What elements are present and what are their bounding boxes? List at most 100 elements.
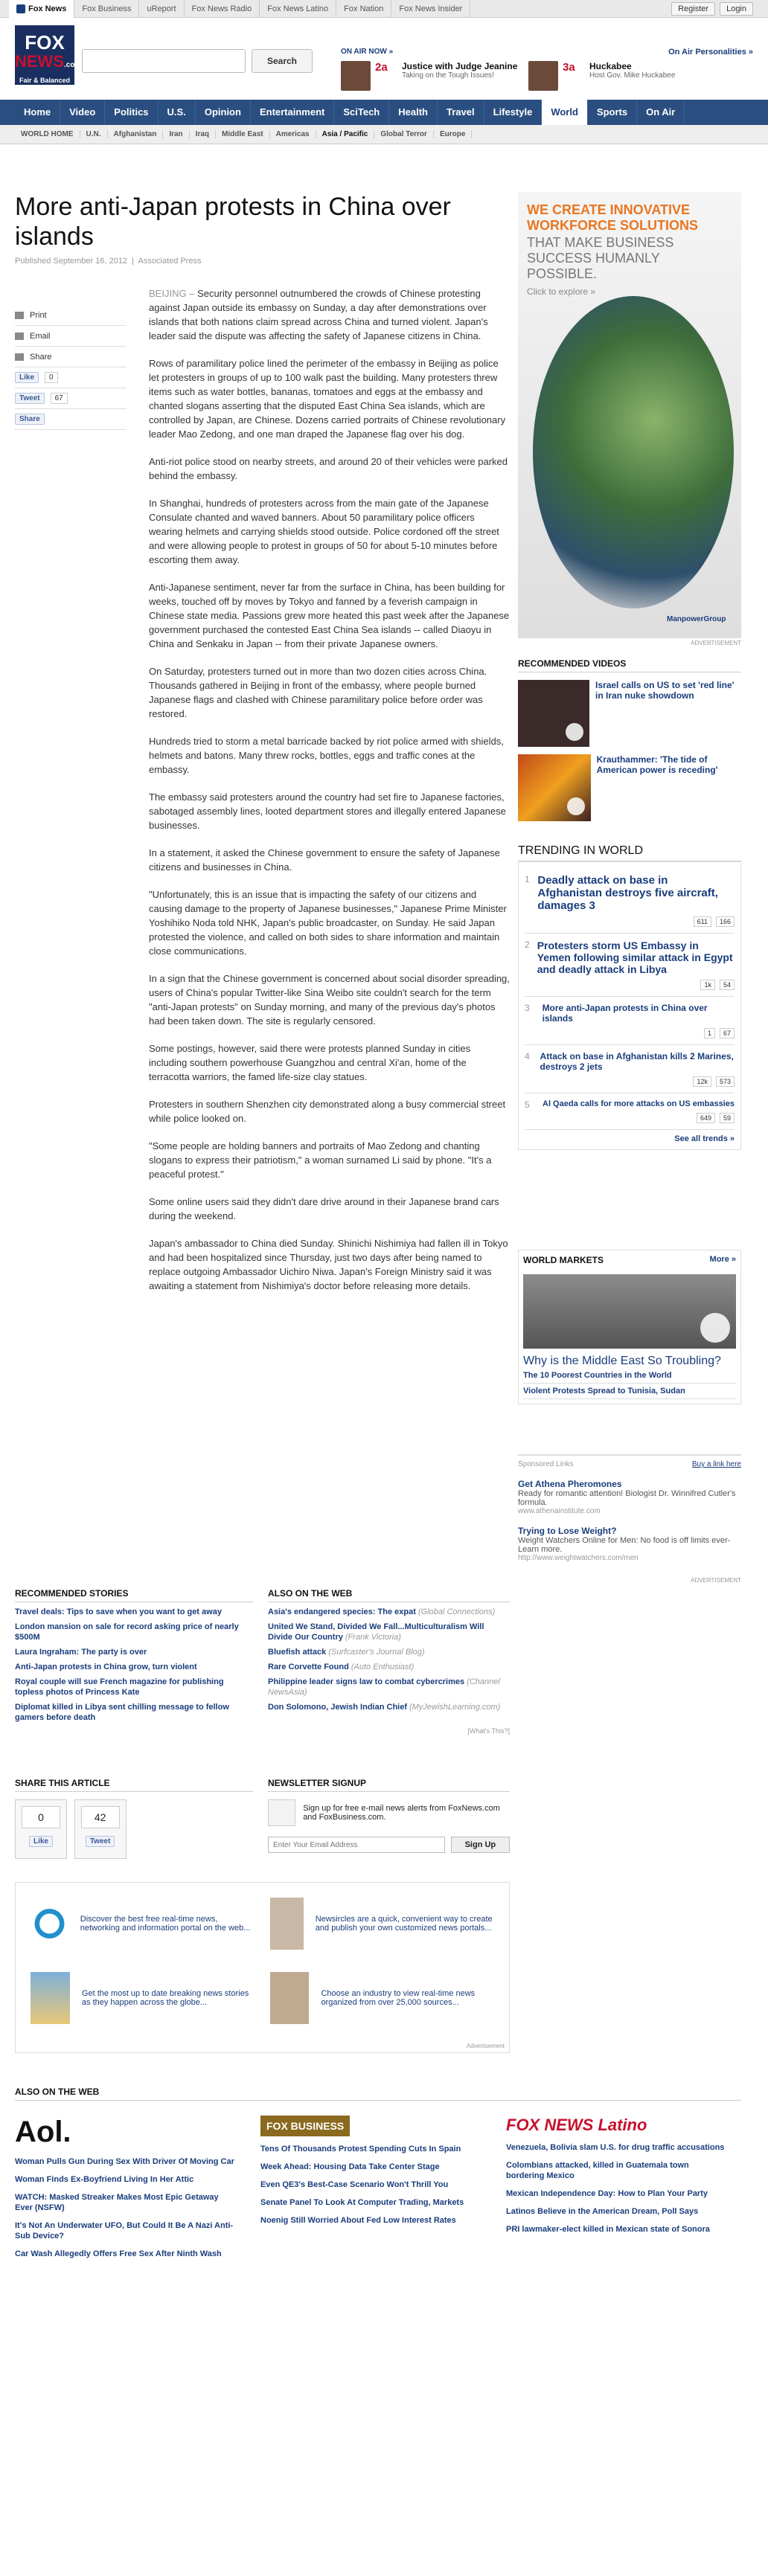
story-link[interactable]: London mansion on sale for record asking… <box>15 1622 253 1642</box>
on-air-personalities-link[interactable]: On Air Personalities » <box>668 48 753 57</box>
trending-item[interactable]: 2 Protesters storm US Embassy in Yemen fo… <box>525 934 735 997</box>
tab-fox-business[interactable]: Fox Business <box>74 0 140 18</box>
web-link[interactable]: United We Stand, Divided We Fall...Multi… <box>268 1622 510 1642</box>
web-link[interactable]: Don Solomono, Jewish Indian Chief (MyJew… <box>268 1702 510 1712</box>
register-button[interactable]: Register <box>671 1 716 16</box>
tweet-button[interactable]: Tweet 67 <box>15 388 127 409</box>
show-huckabee[interactable]: 3a Huckabee Host Gov. Mike Huckabee <box>528 61 675 91</box>
story-link[interactable]: Anti-Japan protests in China grow, turn … <box>15 1662 253 1672</box>
nav-opinion[interactable]: Opinion <box>196 100 251 125</box>
signup-button[interactable]: Sign Up <box>450 1837 510 1853</box>
nav-lifestyle[interactable]: Lifestyle <box>484 100 543 125</box>
nav-scitech[interactable]: SciTech <box>334 100 390 125</box>
tab-ureport[interactable]: uReport <box>139 0 185 18</box>
show-jeanine[interactable]: 2a Justice with Judge Jeanine Taking on t… <box>341 61 517 91</box>
fox-business-logo[interactable]: FOX BUSINESS <box>260 2116 351 2136</box>
markets-link[interactable]: Violent Protests Spread to Tunisia, Suda… <box>523 1384 736 1399</box>
promo-item[interactable]: Choose an industry to view real-time new… <box>269 1972 495 2024</box>
manpower-ad[interactable]: WE CREATE INNOVATIVE WORKFORCE SOLUTIONS… <box>518 192 741 638</box>
sponsored-item[interactable]: Get Athena Pheromones Ready for romantic … <box>518 1479 741 1515</box>
story-link[interactable]: Diplomat killed in Libya sent chilling m… <box>15 1702 253 1723</box>
subnav-afghanistan[interactable]: Afghanistan <box>108 130 164 138</box>
linkedin-share[interactable]: Share <box>15 409 127 430</box>
nav-health[interactable]: Health <box>389 100 438 125</box>
subnav-iran[interactable]: Iran <box>163 130 190 138</box>
latino-link[interactable]: PRI lawmaker-elect killed in Mexican sta… <box>506 2224 729 2235</box>
facebook-share-box[interactable]: 0 Like <box>15 1799 67 1859</box>
trending-item[interactable]: 5 Al Qaeda calls for more attacks on US e… <box>525 1093 735 1130</box>
markets-headline[interactable]: Why is the Middle East So Troubling? <box>523 1355 736 1368</box>
nav-on-air[interactable]: On Air <box>637 100 685 125</box>
on-air-label[interactable]: ON AIR NOW » <box>341 48 393 56</box>
nav-sports[interactable]: Sports <box>588 100 638 125</box>
subnav-global-terror[interactable]: Global Terror <box>374 130 434 138</box>
search-input[interactable] <box>82 49 246 73</box>
promo-item[interactable]: Newsircles are a quick, convenient way t… <box>269 1898 495 1950</box>
print-button[interactable]: Print <box>15 305 127 326</box>
tab-insider[interactable]: Fox News Insider <box>391 0 471 18</box>
login-button[interactable]: Login <box>720 1 753 16</box>
web-link[interactable]: Asia's endangered species: The expat (Gl… <box>268 1607 510 1617</box>
latino-link[interactable]: Venezuela, Bolivia slam U.S. for drug tr… <box>506 2142 729 2153</box>
story-link[interactable]: Laura Ingraham: The party is over <box>15 1647 253 1657</box>
buy-link[interactable]: Buy a link here <box>692 1460 741 1468</box>
tab-fox-news[interactable]: Fox News <box>9 0 75 18</box>
web-link[interactable]: Philippine leader signs law to combat cy… <box>268 1677 510 1697</box>
latino-link[interactable]: Mexican Independence Day: How to Plan Yo… <box>506 2188 729 2199</box>
search-button[interactable]: Search <box>252 49 313 73</box>
trending-item[interactable]: 1 Deadly attack on base in Afghanistan de… <box>525 868 735 934</box>
story-link[interactable]: Travel deals: Tips to save when you want… <box>15 1607 253 1617</box>
whats-this-link[interactable]: [What's This?] <box>268 1727 510 1735</box>
trending-item[interactable]: 3 More anti-Japan protests in China over … <box>525 997 735 1045</box>
see-all-trends-link[interactable]: See all trends » <box>525 1130 735 1143</box>
nav-entertainment[interactable]: Entertainment <box>251 100 335 125</box>
subnav-world-home[interactable]: WORLD HOME <box>15 130 80 138</box>
foxbiz-link[interactable]: Tens Of Thousands Protest Spending Cuts … <box>260 2144 484 2154</box>
aol-link[interactable]: WATCH: Masked Streaker Makes Most Epic G… <box>15 2192 238 2213</box>
aol-link[interactable]: Car Wash Allegedly Offers Free Sex After… <box>15 2249 238 2259</box>
email-input[interactable] <box>268 1837 445 1853</box>
aol-link[interactable]: Woman Pulls Gun During Sex With Driver O… <box>15 2156 238 2167</box>
markets-more-link[interactable]: More » <box>710 1255 736 1268</box>
nav-us[interactable]: U.S. <box>159 100 196 125</box>
latino-link[interactable]: Latinos Believe in the American Dream, P… <box>506 2206 729 2217</box>
markets-link[interactable]: The 10 Poorest Countries in the World <box>523 1368 736 1384</box>
video-item[interactable]: Krauthammer: 'The tide of American power… <box>518 754 741 821</box>
nav-world[interactable]: World <box>542 100 588 125</box>
subnav-un[interactable]: U.N. <box>80 130 108 138</box>
story-link[interactable]: Royal couple will sue French magazine fo… <box>15 1677 253 1697</box>
twitter-share-box[interactable]: 42 Tweet <box>74 1799 127 1859</box>
subnav-americas[interactable]: Americas <box>270 130 316 138</box>
foxbiz-link[interactable]: Senate Panel To Look At Computer Trading… <box>260 2197 484 2208</box>
nav-politics[interactable]: Politics <box>105 100 159 125</box>
video-item[interactable]: Israel calls on US to set 'red line' in … <box>518 680 741 747</box>
latino-link[interactable]: Colombians attacked, killed in Guatemala… <box>506 2160 729 2181</box>
subnav-europe[interactable]: Europe <box>434 130 473 138</box>
web-link[interactable]: Bluefish attack (Surfcaster's Journal Bl… <box>268 1647 510 1657</box>
nav-home[interactable]: Home <box>15 100 61 125</box>
facebook-like[interactable]: Like 0 <box>15 367 127 388</box>
share-button[interactable]: Share <box>15 347 127 367</box>
markets-image[interactable] <box>523 1274 736 1349</box>
tab-latino[interactable]: Fox News Latino <box>260 0 337 18</box>
web-link[interactable]: Rare Corvette Found (Auto Enthusiast) <box>268 1662 510 1672</box>
nav-travel[interactable]: Travel <box>438 100 484 125</box>
foxbiz-link[interactable]: Even QE3's Best-Case Scenario Won't Thri… <box>260 2180 484 2190</box>
nav-video[interactable]: Video <box>60 100 106 125</box>
aol-link[interactable]: It's Not An Underwater UFO, But Could It… <box>15 2220 238 2241</box>
sponsored-item[interactable]: Trying to Lose Weight? Weight Watchers On… <box>518 1526 741 1562</box>
foxbiz-link[interactable]: Week Ahead: Housing Data Take Center Sta… <box>260 2162 484 2172</box>
promo-item[interactable]: Discover the best free real-time news, n… <box>31 1898 255 1950</box>
email-button[interactable]: Email <box>15 326 127 347</box>
foxbiz-link[interactable]: Noenig Still Worried About Fed Low Inter… <box>260 2215 484 2226</box>
trending-item[interactable]: 4 Attack on base in Afghanistan kills 2 M… <box>525 1045 735 1093</box>
fox-latino-logo[interactable]: FOX NEWS Latino <box>506 2116 729 2135</box>
subnav-iraq[interactable]: Iraq <box>190 130 217 138</box>
tab-nation[interactable]: Fox Nation <box>336 0 392 18</box>
fox-news-logo[interactable]: FOX NEWS.com Fair & Balanced <box>15 25 81 85</box>
aol-logo[interactable]: Aol. <box>15 2116 238 2149</box>
tab-radio[interactable]: Fox News Radio <box>185 0 260 18</box>
promo-item[interactable]: Get the most up to date breaking news st… <box>31 1972 255 2024</box>
subnav-asia-pacific[interactable]: Asia / Pacific <box>316 130 375 138</box>
subnav-middle-east[interactable]: Middle East <box>216 130 270 138</box>
